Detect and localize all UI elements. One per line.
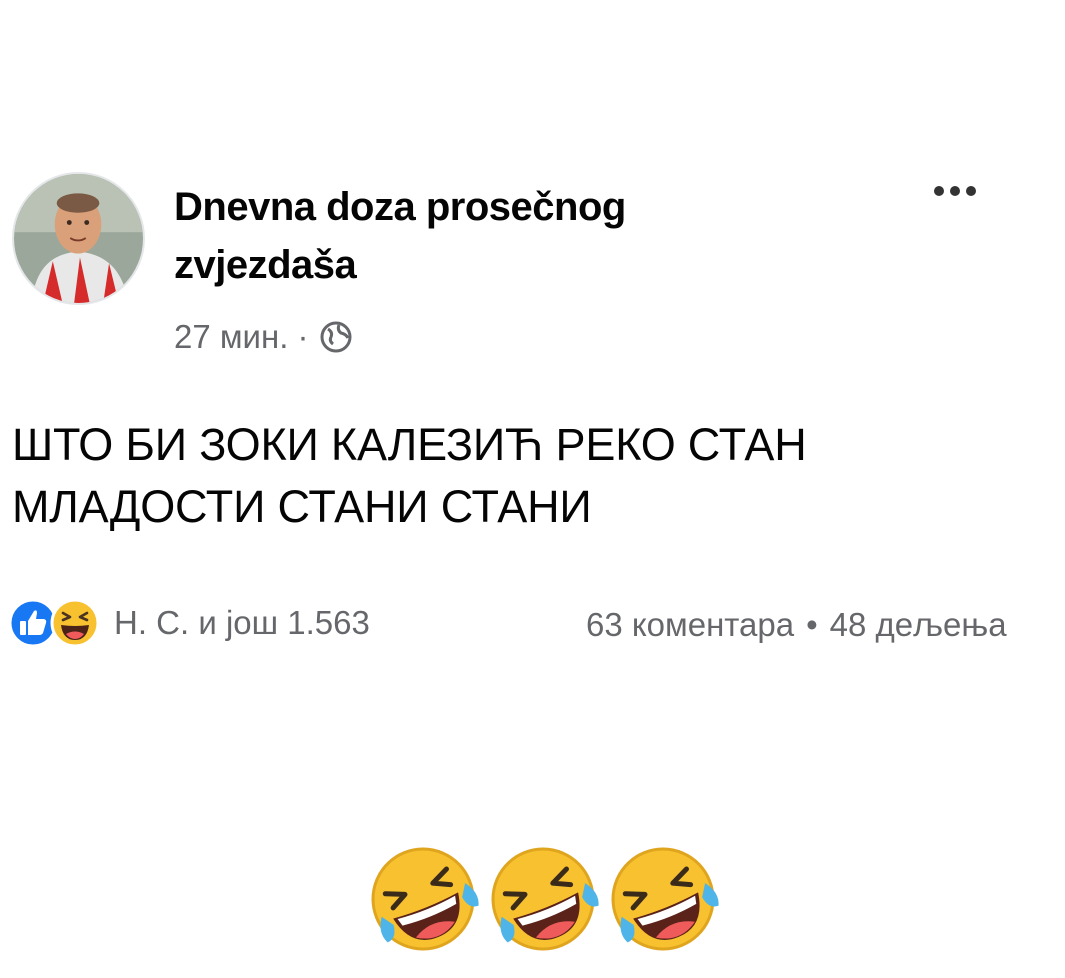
globe-icon <box>320 321 352 353</box>
comments-count[interactable]: 63 коментара <box>586 606 794 643</box>
dot-icon <box>966 186 976 196</box>
separator-dot: • <box>806 606 818 643</box>
post-text: ШТО БИ ЗОКИ КАЛЕЗИЋ РЕКО СТАН МЛАДОСТИ С… <box>12 419 807 532</box>
reply-emoji-row <box>364 840 722 958</box>
reactions-count: Н. С. и још 1.563 <box>114 604 370 641</box>
avatar[interactable] <box>12 172 145 305</box>
rolling-on-floor-laughing-icon <box>611 847 719 951</box>
post-stats: 63 коментара • 48 дељења <box>586 606 1007 644</box>
screen-edge <box>1052 0 1065 978</box>
facebook-post: Dnevna doza prosečnog zvjezdaša 27 мин. … <box>0 0 1065 978</box>
dot-icon <box>934 186 944 196</box>
reactions-summary[interactable]: Н. С. и још 1.563 <box>8 598 370 648</box>
shares-count[interactable]: 48 дељења <box>830 606 1007 643</box>
post-meta: 27 мин. · <box>174 318 353 356</box>
rolling-on-floor-laughing-icon <box>371 847 479 951</box>
author-name[interactable]: Dnevna doza prosečnog zvjezdaša <box>174 178 794 294</box>
dot-icon <box>950 186 960 196</box>
haha-reaction-icon <box>50 598 100 648</box>
rolling-on-floor-laughing-icon <box>491 847 599 951</box>
post-time[interactable]: 27 мин. · <box>174 318 309 356</box>
more-options-button[interactable] <box>928 180 982 202</box>
